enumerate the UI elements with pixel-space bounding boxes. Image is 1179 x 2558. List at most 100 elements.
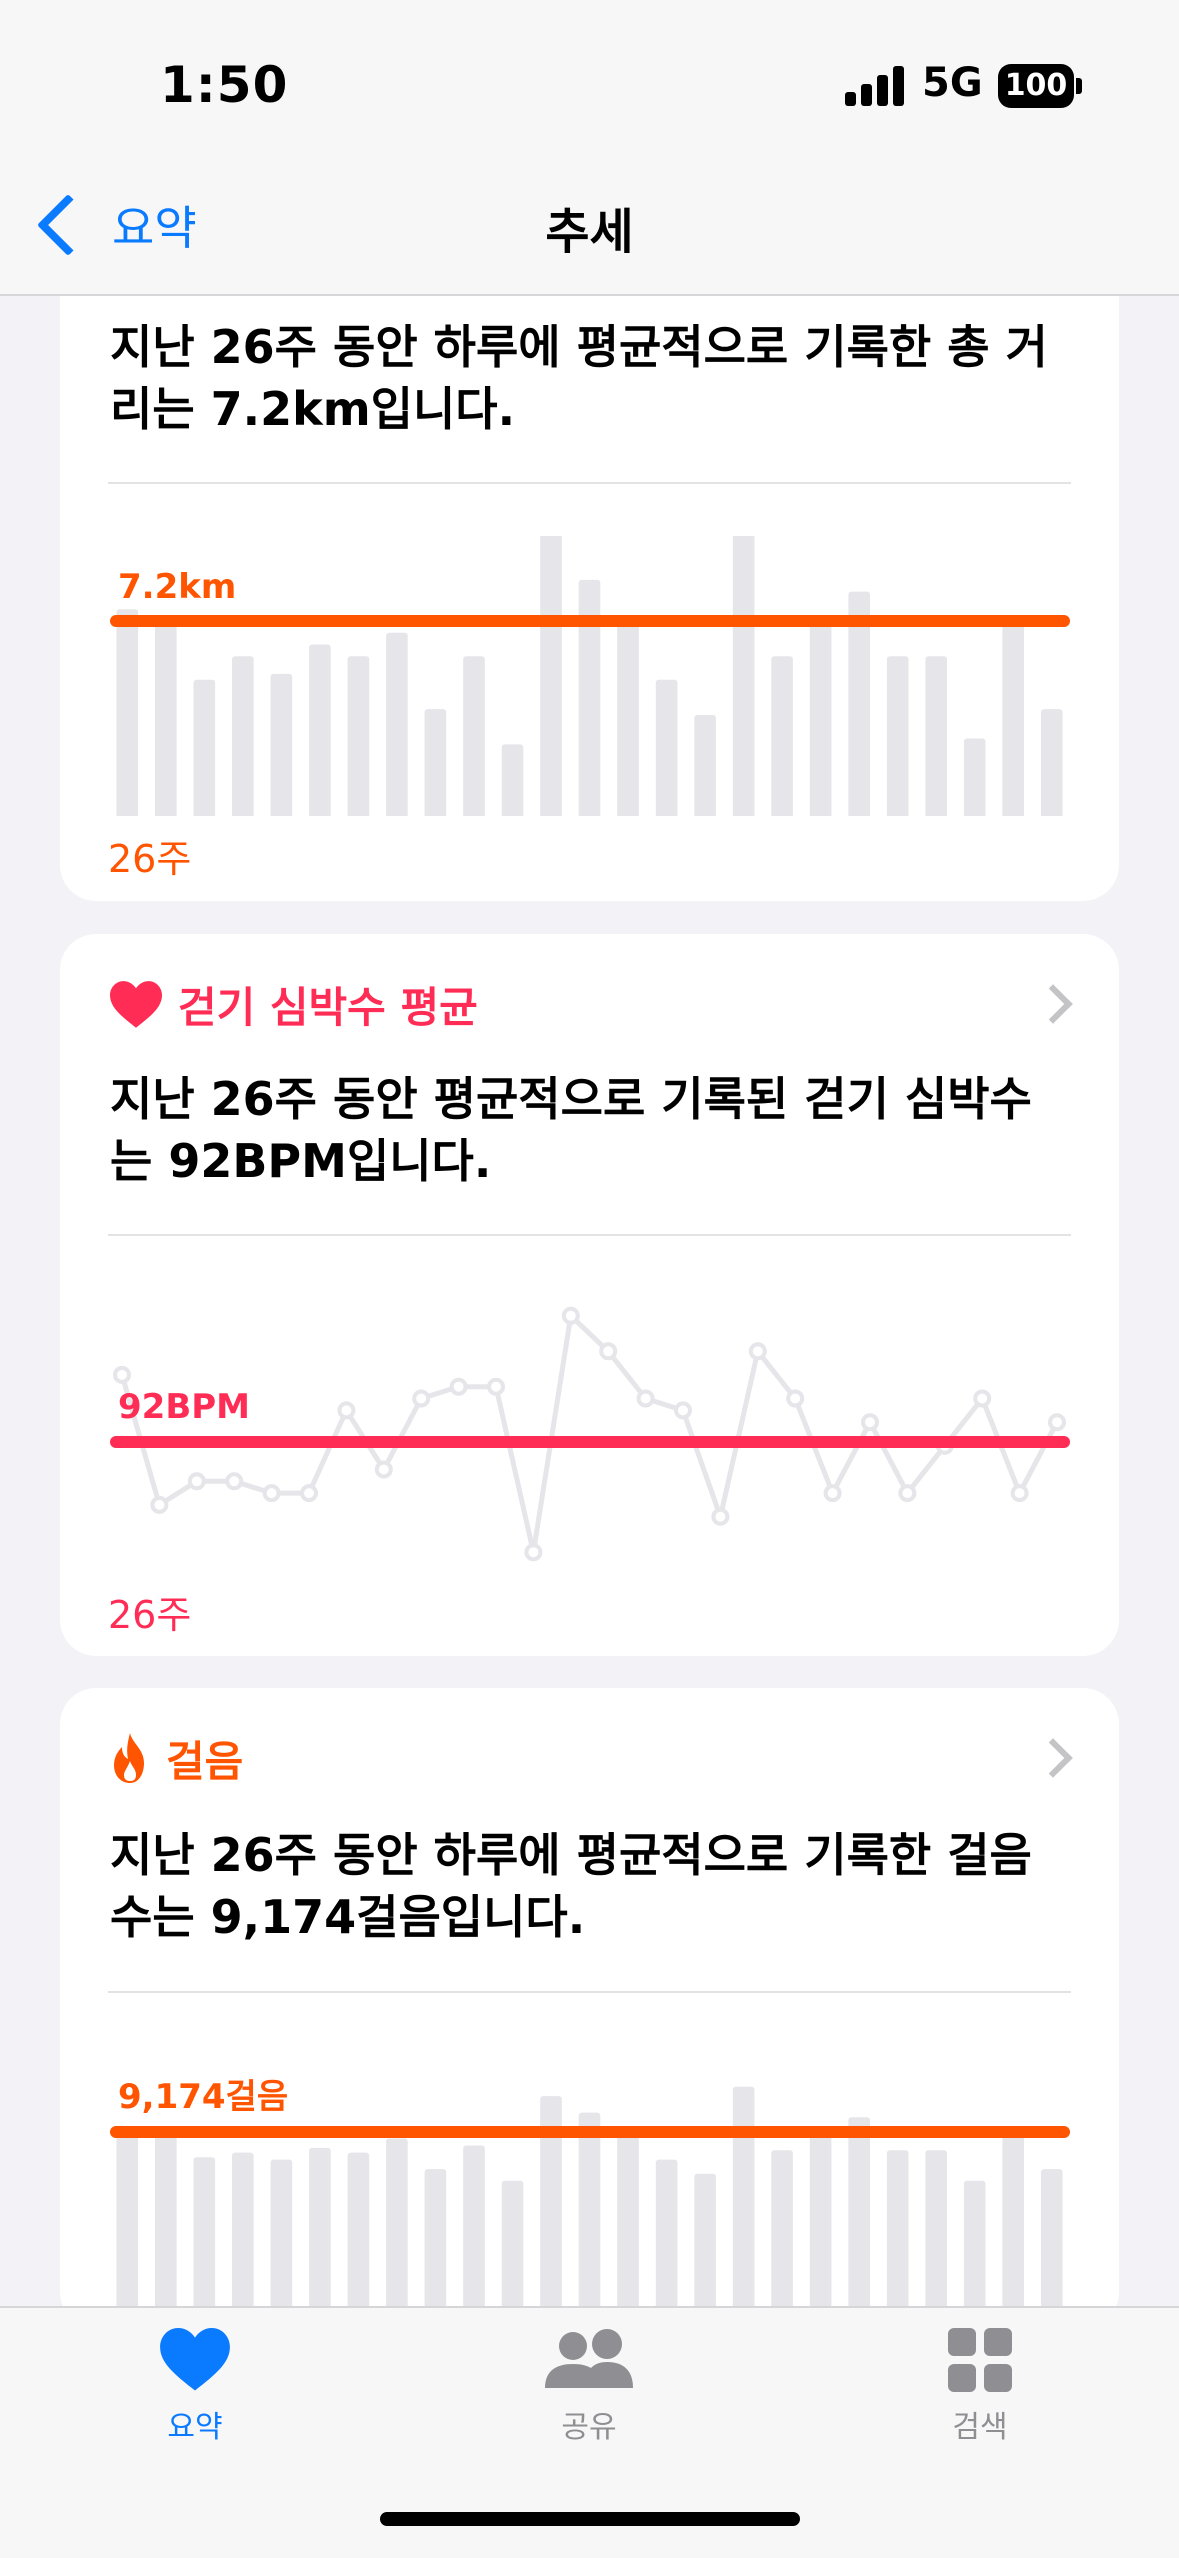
network-type: 5G (922, 60, 983, 106)
tab-browse[interactable]: 검색 (880, 2328, 1080, 2446)
card-title: 걷기 심박수 평균 (178, 983, 478, 1032)
cellular-signal-icon (845, 66, 905, 106)
chart-point (674, 1401, 692, 1420)
chart-bar (617, 2131, 639, 2328)
average-label: 92BPM (118, 1387, 250, 1427)
card-description: 지난 26주 동안 하루에 평균적으로 기록한 총 거리는 7.2km입니다. (110, 320, 1048, 436)
chart-point (599, 1342, 618, 1361)
chart-bar (424, 709, 447, 816)
chart-bar (501, 744, 524, 816)
chart-bar (963, 738, 986, 816)
chart-bar (732, 536, 755, 816)
distance-chart: 7.2km (110, 536, 1070, 816)
chart-point (225, 1472, 244, 1491)
distance-card[interactable]: 지난 26주 동안 하루에 평균적으로 기록한 총 거리는 7.2km입니다. … (60, 236, 1119, 901)
chevron-right-icon[interactable] (1033, 1738, 1073, 1778)
battery-icon: 100 (998, 64, 1074, 108)
chart-point (337, 1401, 356, 1420)
divider (108, 1991, 1071, 1993)
chart-point (300, 1484, 318, 1503)
chart-bar (540, 536, 562, 816)
tab-summary[interactable]: 요약 (95, 2328, 295, 2446)
chart-bar (232, 656, 254, 816)
chart-point (711, 1507, 730, 1526)
chart-bar (463, 2145, 485, 2328)
chart-bar (193, 679, 216, 816)
chart-point (636, 1389, 655, 1408)
chart-bar (694, 715, 716, 816)
period-label: 26주 (108, 1593, 192, 1637)
card-description: 지난 26주 동안 하루에 평균적으로 기록한 걸음 수는 9,174걸음입니다… (110, 1828, 1032, 1944)
walking-heart-rate-card[interactable]: 걷기 심박수 평균 지난 26주 동안 평균적으로 기록된 걷기 심박수는 92… (60, 934, 1119, 1656)
tab-sharing[interactable]: 공유 (489, 2328, 689, 2446)
chart-bar (309, 644, 331, 816)
steps-chart: 9,174걸음 (110, 2077, 1070, 2328)
chart-bar (463, 656, 485, 816)
chart-point (187, 1472, 206, 1491)
chart-point (748, 1342, 767, 1361)
people-icon (545, 2329, 633, 2388)
chart-bar (771, 656, 793, 816)
heart-icon (110, 980, 162, 1028)
status-time: 1:50 (160, 56, 289, 114)
chart-bar (732, 2086, 755, 2328)
grid-icon (948, 2328, 1012, 2392)
chart-point (1048, 1413, 1066, 1432)
chart-bar (309, 2147, 331, 2328)
home-indicator (380, 2512, 800, 2526)
card-header: 걸음 (110, 1728, 243, 1789)
chart-point (786, 1389, 805, 1408)
divider (108, 482, 1071, 484)
chart-point (1010, 1484, 1029, 1503)
chart-bar (655, 2159, 678, 2328)
chart-point (823, 1484, 842, 1503)
chart-bar (809, 2131, 832, 2328)
period-label: 26주 (108, 837, 192, 881)
flame-icon (114, 1732, 144, 1783)
average-line (110, 2126, 1070, 2138)
chart-bar (386, 2138, 408, 2328)
chart-bar (116, 2129, 139, 2328)
chart-bar (809, 621, 832, 816)
chart-bar (886, 2150, 909, 2328)
card-header: 걷기 심박수 평균 (110, 974, 478, 1035)
chart-bar (886, 656, 909, 816)
chart-bar (694, 2173, 716, 2328)
top-bar: 1:50 5G 100 요약 추세 (0, 0, 1179, 296)
heart-rate-chart: 92BPM (110, 1306, 1070, 1562)
average-line (110, 1436, 1070, 1448)
chart-point (262, 1484, 281, 1503)
chart-bar (925, 656, 947, 816)
chevron-right-icon[interactable] (1033, 984, 1073, 1024)
steps-card[interactable]: 걸음 지난 26주 동안 하루에 평균적으로 기록한 걸음 수는 9,174걸음… (60, 1688, 1119, 2328)
chart-bar (1002, 2131, 1024, 2328)
chart-bar (193, 2157, 216, 2328)
chart-bar (386, 632, 408, 816)
chart-bar (347, 2152, 370, 2328)
chart-bar (848, 2117, 870, 2328)
divider (108, 1234, 1071, 1236)
chart-point (487, 1377, 505, 1396)
chart-point (561, 1306, 580, 1325)
card-title: 걸음 (166, 1737, 244, 1786)
chart-bar (232, 2152, 254, 2328)
chart-bar (424, 2169, 447, 2328)
page-title: 추세 (545, 204, 634, 260)
chart-bar (270, 2159, 293, 2328)
tab-label: 요약 (167, 2410, 223, 2445)
heart-icon (160, 2328, 230, 2391)
chart-bar (116, 609, 139, 816)
chart-bar (617, 621, 639, 816)
chart-point (412, 1389, 431, 1408)
tab-label: 검색 (952, 2410, 1008, 2445)
chart-bar (347, 656, 370, 816)
tab-label: 공유 (561, 2410, 617, 2445)
chart-bar (155, 2131, 177, 2328)
chart-point (449, 1377, 468, 1396)
card-description: 지난 26주 동안 평균적으로 기록된 걷기 심박수는 92BPM입니다. (110, 1072, 1032, 1188)
chart-point (113, 1365, 131, 1384)
chart-point (898, 1484, 917, 1503)
chart-bar (155, 615, 177, 816)
chart-point (861, 1413, 879, 1432)
chart-point (973, 1389, 992, 1408)
